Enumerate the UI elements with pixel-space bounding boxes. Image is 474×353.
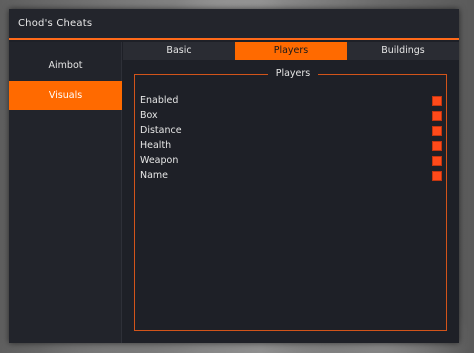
checkbox-distance[interactable] [432, 126, 442, 136]
checkbox-box[interactable] [432, 111, 442, 121]
title-bar[interactable]: Chod's Cheats [9, 9, 459, 40]
option-label-weapon: Weapon [140, 155, 179, 166]
tab-bar: Basic Players Buildings [123, 42, 459, 60]
sidebar: Aimbot Visuals [9, 42, 122, 343]
content-panel: Players Enabled Box Distance Health Weap… [123, 61, 459, 343]
option-label-box: Box [140, 110, 158, 121]
sidebar-item-visuals[interactable]: Visuals [9, 81, 122, 110]
window-title: Chod's Cheats [18, 18, 93, 29]
players-groupbox: Players Enabled Box Distance Health Weap… [134, 68, 447, 331]
sidebar-item-aimbot[interactable]: Aimbot [9, 51, 122, 80]
checkbox-name[interactable] [432, 171, 442, 181]
tab-basic[interactable]: Basic [123, 42, 235, 60]
checkbox-weapon[interactable] [432, 156, 442, 166]
option-label-health: Health [140, 140, 172, 151]
tab-buildings[interactable]: Buildings [347, 42, 459, 60]
option-label-distance: Distance [140, 125, 182, 136]
checkbox-enabled[interactable] [432, 96, 442, 106]
option-label-enabled: Enabled [140, 95, 179, 106]
cheat-menu-window: Chod's Cheats Aimbot Visuals Basic Playe… [9, 9, 459, 343]
groupbox-title: Players [268, 68, 318, 80]
option-label-name: Name [140, 170, 169, 181]
checkbox-health[interactable] [432, 141, 442, 151]
tab-players[interactable]: Players [235, 42, 347, 60]
